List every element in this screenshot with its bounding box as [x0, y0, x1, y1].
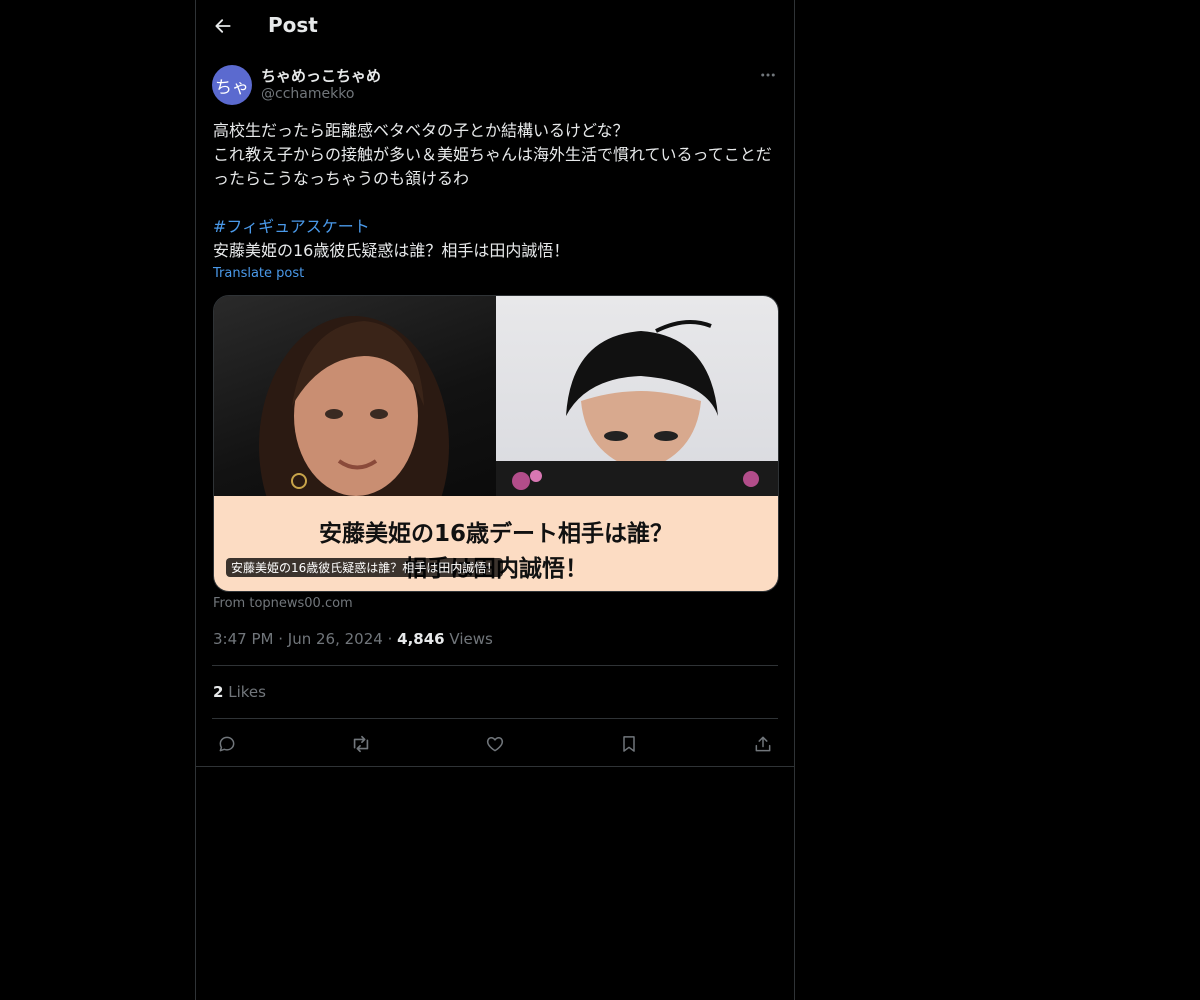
card-source[interactable]: From topnews00.com: [213, 596, 353, 611]
likes-stat[interactable]: 2 Likes: [213, 683, 266, 701]
page-title: Post: [268, 13, 318, 37]
likes-label: Likes: [228, 683, 266, 701]
divider: [196, 766, 794, 767]
repost-icon: [353, 735, 369, 753]
reply-button[interactable]: [214, 731, 240, 757]
header-bar: Post: [196, 0, 794, 54]
post-column: Post ちゃ ちゃめっこちゃめ @cchamekko 高校生だったら距離感ベタ…: [195, 0, 795, 1000]
card-banner-title: 安藤美姫の16歳デート相手は誰？: [318, 521, 673, 547]
bookmark-icon: [623, 736, 635, 752]
share-icon: [755, 736, 771, 752]
post-article-line: 安藤美姫の16歳彼氏疑惑は誰？相手は田内誠悟！: [213, 241, 570, 260]
meta-separator: ·: [278, 630, 284, 648]
back-button[interactable]: [208, 11, 238, 41]
post-text-line: 高校生だったら距離感ベタベタの子とか結構いるけどな？: [213, 121, 629, 140]
avatar[interactable]: ちゃ: [212, 65, 252, 105]
translate-post-link[interactable]: Translate post: [213, 266, 304, 281]
link-card[interactable]: 安藤美姫の16歳デート相手は誰？ 相手は田内誠悟！ 安藤美姫の16歳彼氏疑惑は誰…: [213, 295, 779, 592]
repost-button[interactable]: [348, 731, 374, 757]
share-button[interactable]: [750, 731, 776, 757]
card-image-left: [214, 296, 496, 576]
reply-icon: [219, 736, 235, 752]
more-horizontal-icon: [761, 73, 775, 77]
card-caption: 安藤美姫の16歳彼氏疑惑は誰？相手は田内誠悟！: [226, 558, 504, 577]
like-button[interactable]: [482, 731, 508, 757]
post-time[interactable]: 3:47 PM: [213, 630, 273, 648]
divider: [212, 665, 778, 666]
hashtag-link[interactable]: #フィギュアスケート: [213, 217, 370, 236]
meta-separator: ·: [387, 630, 393, 648]
divider: [212, 718, 778, 719]
author-display-name[interactable]: ちゃめっこちゃめ: [261, 65, 381, 86]
heart-icon: [486, 737, 504, 752]
post-meta: 3:47 PM · Jun 26, 2024 · 4,846 Views: [213, 630, 493, 648]
card-image-right: [496, 296, 778, 496]
bookmark-button[interactable]: [616, 731, 642, 757]
arrow-left-icon: [215, 19, 231, 33]
more-options-button[interactable]: [756, 63, 780, 87]
author-handle[interactable]: @cchamekko: [261, 86, 354, 102]
post-body: 高校生だったら距離感ベタベタの子とか結構いるけどな？ これ教え子からの接触が多い…: [213, 119, 779, 263]
views-count: 4,846: [397, 630, 445, 648]
post-date[interactable]: Jun 26, 2024: [288, 630, 383, 648]
views-label: Views: [449, 630, 493, 648]
likes-count: 2: [213, 683, 224, 701]
post-text-line: これ教え子からの接触が多い＆美姫ちゃんは海外生活で慣れているってことだったらこう…: [213, 145, 772, 188]
